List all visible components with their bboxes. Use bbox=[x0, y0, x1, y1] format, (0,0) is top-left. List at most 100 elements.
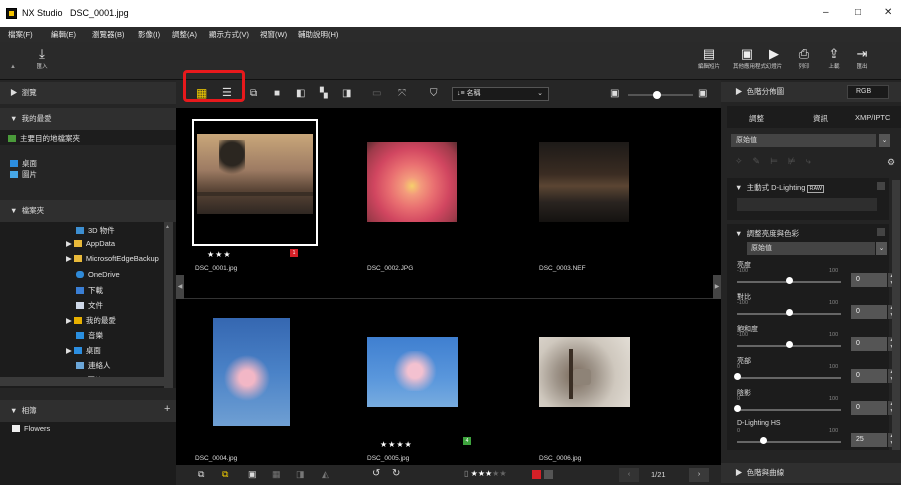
histogram-overlay-icon[interactable]: ◭ bbox=[322, 469, 329, 480]
add-album-button[interactable]: + bbox=[164, 403, 170, 415]
tab-info[interactable]: 資訊 bbox=[813, 113, 828, 124]
small-thumb-icon[interactable]: ▣ bbox=[610, 88, 619, 99]
tree-edgebackup[interactable]: ▶ MicrosoftEdgeBackup bbox=[66, 254, 159, 263]
single-view-icon[interactable]: ■ bbox=[274, 88, 280, 99]
other-apps-button[interactable]: ▣ 其他應用程式 bbox=[733, 46, 766, 70]
menu-browser[interactable]: 瀏覽器(B) bbox=[92, 29, 125, 40]
slider-knob[interactable] bbox=[786, 277, 793, 284]
maximize-button[interactable]: □ bbox=[855, 7, 861, 18]
settings-gear-icon[interactable]: ⚙ bbox=[887, 157, 895, 168]
browse-section-header[interactable]: ▶ 瀏覽 bbox=[0, 82, 176, 104]
sort-dropdown[interactable]: ↓≡ 名稱 ⌄ bbox=[452, 87, 549, 101]
albums-section-header[interactable]: ▼ 相簿 bbox=[0, 400, 176, 422]
tree-3d-objects[interactable]: 3D 物件 bbox=[76, 225, 115, 236]
adl-dropdown[interactable] bbox=[737, 198, 877, 211]
slider-track[interactable] bbox=[737, 409, 841, 411]
slider-value-field[interactable]: 0 bbox=[851, 273, 887, 287]
slider-knob[interactable] bbox=[786, 341, 793, 348]
adl-section-header[interactable]: ▼ 主動式 D-Lighting RAW bbox=[735, 182, 825, 193]
slider-value-field[interactable]: 0 bbox=[851, 369, 887, 383]
favorites-section-header[interactable]: ▼ 我的最愛 bbox=[0, 108, 176, 130]
histogram-mode-dropdown[interactable]: RGB bbox=[847, 85, 889, 99]
album-flowers[interactable]: Flowers bbox=[12, 424, 50, 433]
prev-page-button[interactable]: ‹ bbox=[619, 468, 639, 482]
stack-icon[interactable]: ⧉ bbox=[198, 469, 204, 480]
folders-section-header[interactable]: ▼ 檔案夾 bbox=[0, 200, 176, 222]
filter-icon[interactable]: ⛉ bbox=[430, 88, 438, 99]
filmstrip-icon[interactable]: ⧉ bbox=[250, 88, 257, 99]
slider-knob[interactable] bbox=[734, 405, 741, 412]
thumbnail-image[interactable] bbox=[539, 142, 629, 222]
menu-adjust[interactable]: 調整(A) bbox=[172, 29, 197, 40]
slider-knob[interactable] bbox=[734, 373, 741, 380]
rating-control[interactable]: ▯ ★★★★★ bbox=[464, 469, 507, 478]
upload-button[interactable]: ⇪ 上載 bbox=[820, 46, 848, 70]
print-button[interactable]: ⎙ 列印 bbox=[790, 46, 818, 70]
menu-view[interactable]: 顯示方式(V) bbox=[209, 29, 249, 40]
tree-favorites[interactable]: ▶ 我的最愛 bbox=[66, 315, 116, 326]
large-thumb-icon[interactable]: ▣ bbox=[698, 88, 707, 99]
brightness-color-header[interactable]: ▼ 調整亮度與色彩 bbox=[735, 228, 799, 239]
grid-overlay-icon[interactable]: ▦ bbox=[272, 469, 281, 480]
thumbnail-image[interactable] bbox=[367, 337, 458, 407]
collapse-right-panel-handle[interactable]: ▶ bbox=[713, 275, 721, 299]
slideshow-button[interactable]: ▶ 幻燈片 bbox=[760, 46, 788, 70]
tab-xmp[interactable]: XMP/IPTC bbox=[855, 113, 890, 122]
thumbnail-image[interactable] bbox=[197, 134, 313, 214]
scroll-up-icon[interactable]: ▲ bbox=[165, 224, 172, 230]
label-control[interactable] bbox=[532, 470, 541, 479]
collapse-arrow-icon[interactable]: ▲ bbox=[10, 64, 16, 70]
add-favorite-row[interactable]: 主要目的地檔案夾 bbox=[0, 130, 176, 145]
export-button[interactable]: ⇥ 匯出 bbox=[848, 46, 876, 70]
close-button[interactable]: ✕ bbox=[884, 7, 892, 18]
bc-enable-checkbox[interactable] bbox=[877, 228, 885, 236]
select-all-icon[interactable]: ⧉ bbox=[222, 469, 228, 480]
menu-file[interactable]: 檔案(F) bbox=[8, 29, 33, 40]
tree-onedrive[interactable]: OneDrive bbox=[76, 270, 120, 279]
menu-help[interactable]: 輔助說明(H) bbox=[298, 29, 338, 40]
thumbnail-image[interactable] bbox=[367, 142, 457, 222]
thumbnail-rating[interactable]: ★★★★ bbox=[380, 440, 413, 449]
fullscreen-icon[interactable]: ⤧ bbox=[398, 88, 406, 99]
folder-tree-scrollbar[interactable] bbox=[164, 222, 173, 388]
slider-knob[interactable] bbox=[760, 437, 767, 444]
thumbnail-rating[interactable]: ★★★ bbox=[207, 250, 232, 259]
slider-value-field[interactable]: 0 bbox=[851, 305, 887, 319]
right-panel-scrollbar[interactable] bbox=[892, 180, 900, 450]
thumbnail-image[interactable] bbox=[539, 337, 630, 407]
slider-track[interactable] bbox=[737, 377, 841, 379]
adl-enable-checkbox[interactable] bbox=[877, 182, 885, 190]
tree-music[interactable]: 音樂 bbox=[76, 330, 103, 341]
tab-adjust[interactable]: 調整 bbox=[749, 113, 764, 124]
info-overlay-icon[interactable]: ▣ bbox=[248, 469, 257, 480]
adjust-preset-dropdown[interactable]: 原始值 ⌄ bbox=[731, 134, 890, 147]
menu-edit[interactable]: 編輯(E) bbox=[51, 29, 76, 40]
edit-movie-button[interactable]: ▤ 編輯短片 bbox=[695, 46, 723, 70]
next-page-button[interactable]: › bbox=[689, 468, 709, 482]
compare-two-icon[interactable]: ◧ bbox=[296, 88, 305, 99]
menu-window[interactable]: 視窗(W) bbox=[260, 29, 287, 40]
import-button[interactable]: ⤓ 匯入 bbox=[28, 46, 56, 70]
slider-value-field[interactable]: 25 bbox=[851, 433, 887, 447]
before-after-icon[interactable]: ◨ bbox=[342, 88, 351, 99]
slider-value-field[interactable]: 0 bbox=[851, 337, 887, 351]
fav-pictures[interactable]: 圖片 bbox=[10, 169, 37, 180]
minimize-button[interactable]: – bbox=[823, 7, 829, 18]
folder-tree-hscrollbar[interactable] bbox=[0, 377, 164, 386]
compare-overlay-icon[interactable]: ◨ bbox=[296, 469, 305, 480]
bc-preset-dropdown[interactable]: 原始值 ⌄ bbox=[747, 242, 887, 255]
levels-curves-section-header[interactable]: ▶ 色階與曲線 bbox=[721, 463, 901, 483]
thumbnail-size-knob[interactable] bbox=[653, 91, 661, 99]
thumbnail-image[interactable] bbox=[213, 318, 290, 426]
tree-documents[interactable]: 文件 bbox=[76, 300, 103, 311]
fav-desktop[interactable]: 桌面 bbox=[10, 158, 37, 169]
collapse-left-panel-handle[interactable]: ◀ bbox=[176, 275, 184, 299]
tree-desktop[interactable]: ▶ 桌面 bbox=[66, 345, 101, 356]
tree-appdata[interactable]: ▶ AppData bbox=[66, 239, 115, 248]
protect-control[interactable] bbox=[544, 470, 553, 479]
tree-downloads[interactable]: 下載 bbox=[76, 285, 103, 296]
slider-value-field[interactable]: 0 bbox=[851, 401, 887, 415]
slider-knob[interactable] bbox=[786, 309, 793, 316]
slider-track[interactable] bbox=[737, 441, 841, 443]
rotate-left-icon[interactable]: ↺ bbox=[372, 468, 380, 479]
